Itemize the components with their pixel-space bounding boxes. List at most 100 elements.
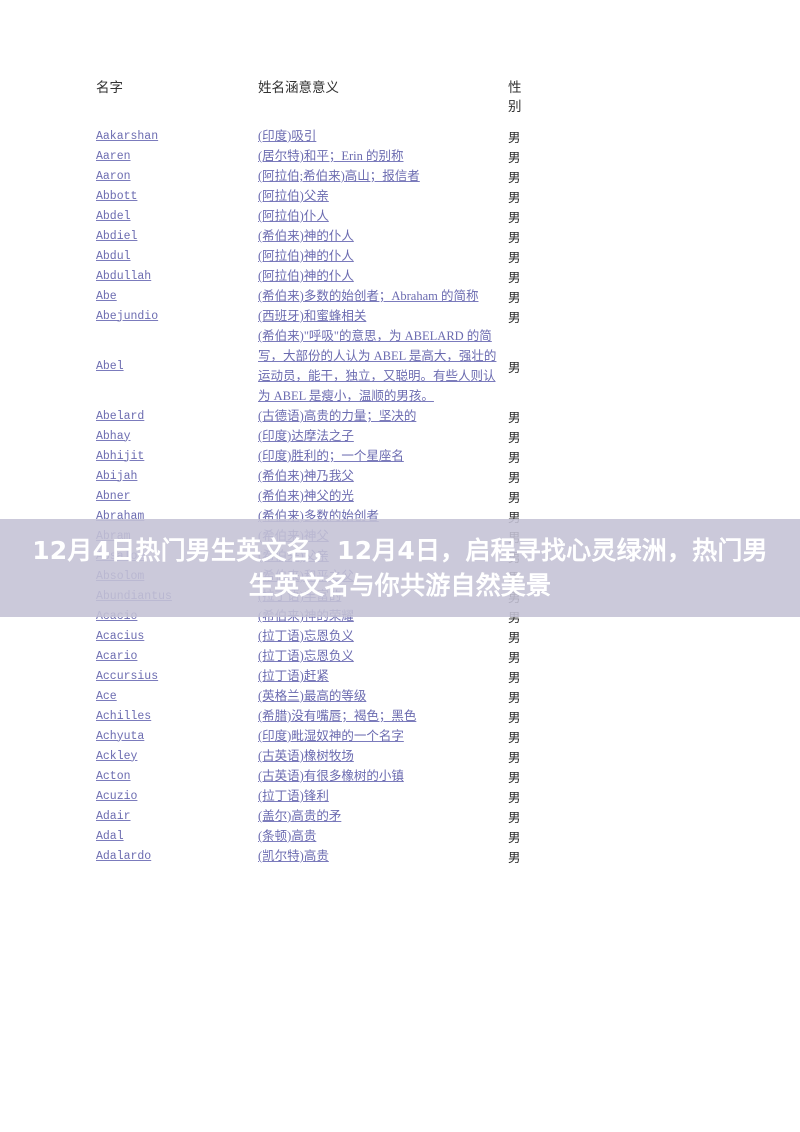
table-row: Aaron (阿拉伯;希伯来)高山；报信者 男	[96, 166, 544, 186]
name-link[interactable]: Aaron	[96, 170, 131, 183]
meaning-link[interactable]: (盖尔)高贵的矛	[258, 809, 341, 823]
name-link[interactable]: Ace	[96, 690, 117, 703]
name-link[interactable]: Accursius	[96, 670, 158, 683]
name-link[interactable]: Abe	[96, 290, 117, 303]
meaning-link[interactable]: (阿拉伯)仆人	[258, 209, 329, 223]
meaning-link[interactable]: (阿拉伯)父亲	[258, 189, 329, 203]
cell-name: Abijah	[96, 466, 258, 486]
name-link[interactable]: Abhay	[96, 430, 131, 443]
name-link[interactable]: Acuzio	[96, 790, 137, 803]
column-header-gender-label: 性别	[508, 80, 522, 114]
meaning-link[interactable]: (古德语)高贵的力量；坚决的	[258, 409, 416, 423]
meaning-link[interactable]: (希伯来)神父的光	[258, 489, 354, 503]
meaning-link[interactable]: (拉丁语)锋利	[258, 789, 329, 803]
table-row: Abejundio (西班牙)和蜜蜂相关 男	[96, 306, 544, 326]
name-link[interactable]: Abner	[96, 490, 131, 503]
meaning-link[interactable]: (古英语)橡树牧场	[258, 749, 354, 763]
name-link[interactable]: Achilles	[96, 710, 151, 723]
name-link[interactable]: Abdiel	[96, 230, 137, 243]
name-link[interactable]: Acacius	[96, 630, 144, 643]
meaning-link[interactable]: (希伯来)"呼吸"的意思，为 ABELARD 的简写，大部份的人认为 ABEL …	[258, 329, 496, 403]
table-body: Aakarshan (印度)吸引男 Aaren (居尔特)和平；Erin 的别称男 Aa…	[96, 126, 544, 866]
meaning-link[interactable]: (印度)胜利的；一个星座名	[258, 449, 404, 463]
meaning-link[interactable]: (阿拉伯;希伯来)高山；报信者	[258, 169, 420, 183]
name-link[interactable]: Abijah	[96, 470, 137, 483]
table-row: Abdel (阿拉伯)仆人 男	[96, 206, 544, 226]
cell-name: Acton	[96, 766, 258, 786]
name-link[interactable]: Abhijit	[96, 450, 144, 463]
meaning-link[interactable]: (阿拉伯)神的仆人	[258, 249, 354, 263]
meaning-link[interactable]: (希伯来)神乃我父	[258, 469, 354, 483]
cell-name: Abe	[96, 286, 258, 306]
cell-meaning: (希伯来)神父的光	[258, 486, 506, 506]
name-link[interactable]: Abelard	[96, 410, 144, 423]
name-link[interactable]: Adalardo	[96, 850, 151, 863]
meaning-link[interactable]: (条顿)高贵	[258, 829, 316, 843]
name-link[interactable]: Abdel	[96, 210, 131, 223]
name-link[interactable]: Abdullah	[96, 270, 151, 283]
cell-name: Adal	[96, 826, 258, 846]
cell-name: Abdullah	[96, 266, 258, 286]
cell-gender: 男	[508, 250, 521, 265]
table-row: Abdullah (阿拉伯)神的仆人 男	[96, 266, 544, 286]
meaning-link[interactable]: (印度)吸引	[258, 129, 316, 143]
meaning-link[interactable]: (英格兰)最高的等级	[258, 689, 366, 703]
cell-gender: 男	[508, 490, 521, 505]
cell-meaning: (拉丁语)赶紧	[258, 666, 506, 686]
meaning-link[interactable]: (印度)毗湿奴神的一个名字	[258, 729, 404, 743]
meaning-link[interactable]: (拉丁语)赶紧	[258, 669, 329, 683]
meaning-link[interactable]: (古英语)有很多橡树的小镇	[258, 769, 404, 783]
name-link[interactable]: Adair	[96, 810, 131, 823]
table-row: Abbott (阿拉伯)父亲 男	[96, 186, 544, 206]
name-link[interactable]: Abejundio	[96, 310, 158, 323]
cell-name: Abelard	[96, 406, 258, 426]
cell-name: Abner	[96, 486, 258, 506]
meaning-link[interactable]: (阿拉伯)神的仆人	[258, 269, 354, 283]
meaning-link[interactable]: (西班牙)和蜜蜂相关	[258, 309, 366, 323]
meaning-link[interactable]: (拉丁语)忘恩负义	[258, 629, 354, 643]
meaning-link[interactable]: (希伯来)神的仆人	[258, 229, 354, 243]
cell-gender: 男	[508, 190, 521, 205]
meaning-link[interactable]: (凯尔特)高贵	[258, 849, 329, 863]
cell-gender: 男	[508, 270, 521, 285]
cell-gender: 男	[508, 630, 521, 645]
cell-meaning: (印度)吸引	[258, 126, 506, 146]
table-row: Adal (条顿)高贵 男	[96, 826, 544, 846]
table-row: Achilles (希腊)没有嘴唇；褐色；黑色 男	[96, 706, 544, 726]
cell-gender: 男	[508, 310, 521, 325]
column-header-meaning: 姓名涵意意义	[258, 80, 339, 95]
name-link[interactable]: Adal	[96, 830, 124, 843]
cell-name: Ace	[96, 686, 258, 706]
cell-name: Abhijit	[96, 446, 258, 466]
cell-name: Abbott	[96, 186, 258, 206]
name-link[interactable]: Abbott	[96, 190, 137, 203]
cell-name: Ackley	[96, 746, 258, 766]
name-link[interactable]: Achyuta	[96, 730, 144, 743]
table-row: Acton (古英语)有很多橡树的小镇 男	[96, 766, 544, 786]
name-link[interactable]: Ackley	[96, 750, 137, 763]
table-row: Acuzio (拉丁语)锋利 男	[96, 786, 544, 806]
cell-meaning: (希伯来)"呼吸"的意思，为 ABELARD 的简写，大部份的人认为 ABEL …	[258, 326, 506, 406]
name-link[interactable]: Abel	[96, 360, 124, 373]
cell-gender: 男	[508, 450, 521, 465]
cell-gender: 男	[508, 410, 521, 425]
table-row: Abe (希伯来)多数的始创者；Abraham 的简称 男	[96, 286, 544, 306]
promo-overlay-banner: 12月4日热门男生英文名，12月4日，启程寻找心灵绿洲，热门男生英文名与你共游自…	[0, 519, 800, 617]
cell-name: Achilles	[96, 706, 258, 726]
cell-meaning: (阿拉伯;希伯来)高山；报信者	[258, 166, 506, 186]
meaning-link[interactable]: (希腊)没有嘴唇；褐色；黑色	[258, 709, 416, 723]
name-link[interactable]: Acton	[96, 770, 131, 783]
cell-meaning: (印度)胜利的；一个星座名	[258, 446, 506, 466]
name-link[interactable]: Aakarshan	[96, 130, 158, 143]
name-link[interactable]: Acario	[96, 650, 137, 663]
meaning-link[interactable]: (居尔特)和平；Erin 的别称	[258, 149, 403, 163]
meaning-link[interactable]: (印度)达摩法之子	[258, 429, 354, 443]
meaning-link[interactable]: (希伯来)多数的始创者；Abraham 的简称	[258, 289, 478, 303]
cell-gender: 男	[508, 230, 521, 245]
name-link[interactable]: Abdul	[96, 250, 131, 263]
name-link[interactable]: Aaren	[96, 150, 131, 163]
cell-gender: 男	[508, 710, 521, 725]
table-row: Abdiel (希伯来)神的仆人 男	[96, 226, 544, 246]
meaning-link[interactable]: (拉丁语)忘恩负义	[258, 649, 354, 663]
cell-name: Achyuta	[96, 726, 258, 746]
